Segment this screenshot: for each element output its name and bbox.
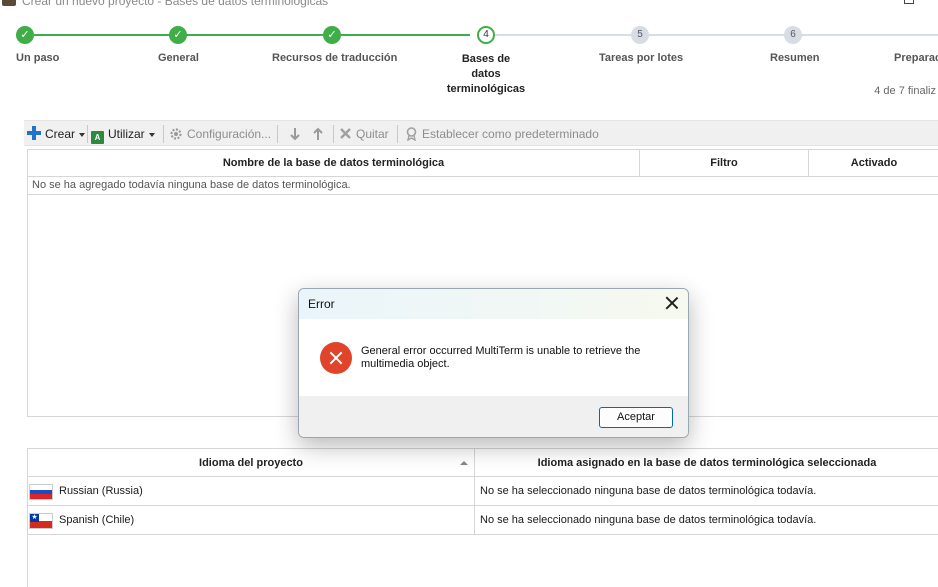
table-row[interactable]: Russian (Russia) No se ha seleccionado n…	[28, 477, 938, 506]
project-language-cell: Russian (Russia)	[28, 477, 475, 505]
step-connector	[34, 34, 470, 36]
error-icon	[320, 342, 352, 374]
remove-x-icon	[340, 128, 351, 139]
termbase-grid-header: Nombre de la base de datos terminológica…	[28, 150, 938, 177]
toolbar-separator	[87, 125, 88, 143]
step-connector	[494, 34, 938, 36]
toolbar-separator	[277, 125, 278, 143]
sort-ascending-icon	[460, 461, 468, 465]
wizard-steps: ✓ Un paso ✓ General ✓ Recursos de traduc…	[0, 22, 938, 102]
step-4-label[interactable]: Bases de datos terminológicas	[446, 52, 526, 97]
plus-icon	[27, 126, 41, 140]
step-3-label[interactable]: Recursos de traducción	[272, 52, 397, 64]
toolbar-separator	[397, 125, 398, 143]
dialog-footer: Aceptar	[299, 396, 688, 437]
chevron-down-icon	[148, 132, 155, 137]
error-dialog: Error General error occurred MultiTerm i…	[298, 288, 689, 438]
step-5-label[interactable]: Tareas por lotes	[599, 52, 683, 64]
termbase-icon: A	[91, 131, 104, 144]
toolbar-separator	[163, 125, 164, 143]
column-header-filter[interactable]: Filtro	[640, 150, 809, 177]
step-4-circle: 4	[477, 26, 495, 44]
step-1-label[interactable]: Un paso	[16, 52, 59, 64]
move-down-button[interactable]	[288, 126, 302, 142]
assigned-language-cell: No se ha seleccionado ninguna base de da…	[480, 485, 817, 497]
steps-progress-text: 4 de 7 finaliz	[874, 85, 936, 97]
chile-flag-icon: ★	[29, 513, 53, 529]
settings-button-label: Configuración...	[187, 127, 272, 141]
assigned-language-cell: No se ha seleccionado ninguna base de da…	[480, 514, 817, 526]
set-default-button-label: Establecer como predeterminado	[422, 127, 599, 141]
step-2-label[interactable]: General	[158, 52, 199, 64]
step-2-check-icon: ✓	[169, 26, 187, 44]
window-title: Crear un nuevo proyecto - Bases de datos…	[22, 0, 329, 8]
column-header-project-language-label: Idioma del proyecto	[199, 457, 303, 469]
create-button-label: Crear	[45, 127, 76, 141]
move-up-button[interactable]	[311, 126, 325, 142]
step-5-circle: 5	[631, 26, 649, 44]
app-icon	[2, 0, 16, 6]
arrow-down-icon	[290, 128, 300, 141]
column-header-name[interactable]: Nombre de la base de datos terminológica	[28, 150, 640, 177]
step-3-check-icon: ✓	[323, 26, 341, 44]
dialog-title-bar: Error	[299, 289, 688, 319]
step-7-label[interactable]: Preparac	[894, 52, 938, 64]
chevron-down-icon	[79, 132, 86, 137]
remove-button-label: Quitar	[356, 127, 389, 141]
termbase-empty-message: No se ha agregado todavía ninguna base d…	[28, 177, 938, 195]
use-button-label: Utilizar	[108, 127, 145, 141]
window-title-bar: Crear un nuevo proyecto - Bases de datos…	[0, 0, 938, 14]
toolbar-separator	[333, 125, 334, 143]
settings-button[interactable]: Configuración...	[169, 126, 271, 142]
dialog-message: General error occurred MultiTerm is unab…	[361, 345, 641, 370]
step-6-label[interactable]: Resumen	[770, 52, 820, 64]
use-button[interactable]: A Utilizar	[91, 126, 155, 144]
close-icon[interactable]	[664, 295, 680, 311]
maximize-icon[interactable]	[904, 0, 914, 4]
language-grid[interactable]: Idioma del proyecto Idioma asignado en l…	[27, 448, 938, 587]
set-default-button[interactable]: Establecer como predeterminado	[405, 126, 599, 142]
arrow-up-icon	[313, 127, 323, 140]
step-6-circle: 6	[784, 26, 802, 44]
accept-button[interactable]: Aceptar	[599, 407, 673, 428]
dialog-title: Error	[308, 297, 335, 311]
project-language-cell: ★ Spanish (Chile)	[28, 506, 475, 534]
column-header-enabled[interactable]: Activado	[809, 150, 938, 177]
create-button[interactable]: Crear	[27, 126, 86, 142]
russia-flag-icon	[29, 484, 53, 500]
table-row[interactable]: ★ Spanish (Chile) No se ha seleccionado …	[28, 506, 938, 535]
step-1-check-icon: ✓	[16, 26, 34, 44]
award-icon	[406, 127, 417, 141]
termbase-toolbar: Crear A Utilizar Configuración... Quitar …	[24, 120, 938, 146]
project-language-label: Spanish (Chile)	[59, 514, 135, 526]
remove-button[interactable]: Quitar	[339, 126, 389, 142]
column-header-project-language[interactable]: Idioma del proyecto	[28, 449, 475, 477]
project-language-label: Russian (Russia)	[59, 485, 143, 497]
gear-icon	[170, 128, 182, 140]
column-header-assigned-language[interactable]: Idioma asignado en la base de datos term…	[475, 449, 938, 477]
language-grid-header: Idioma del proyecto Idioma asignado en l…	[28, 449, 938, 477]
